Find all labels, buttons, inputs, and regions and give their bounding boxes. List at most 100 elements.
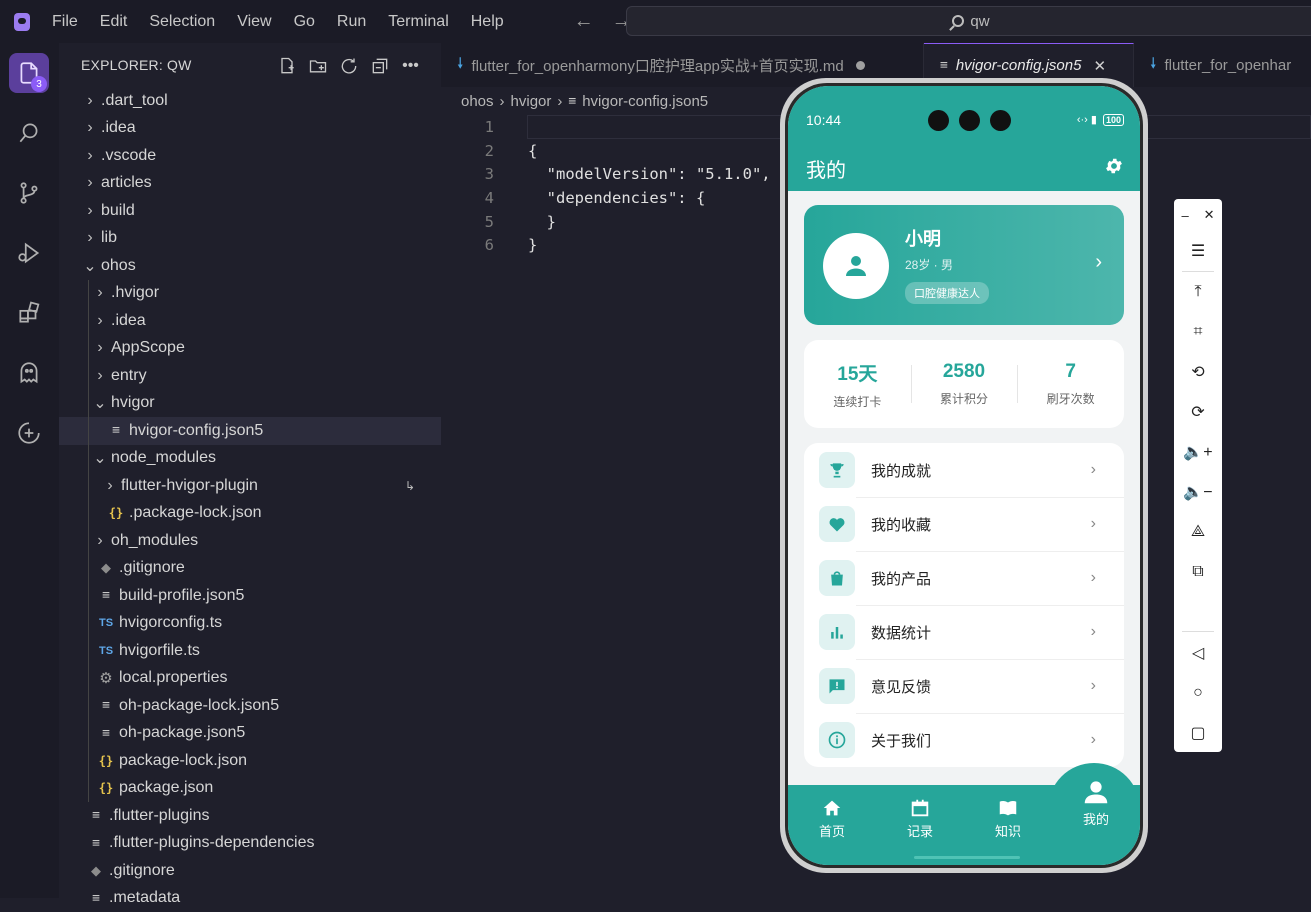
tree-folder[interactable]: ›.hvigor (59, 280, 441, 308)
extensions-icon[interactable] (9, 293, 49, 333)
settings-gear-icon[interactable] (1104, 156, 1124, 182)
refresh-icon[interactable] (338, 55, 359, 76)
tree-file[interactable]: ◆.gitignore (59, 857, 441, 885)
tree-folder[interactable]: ›entry (59, 362, 441, 390)
tree-item-label: .idea (101, 119, 136, 137)
tree-folder[interactable]: ⌄ohos (59, 252, 441, 280)
profile-card[interactable]: 小明 28岁 · 男 口腔健康达人 › (804, 205, 1124, 325)
tree-file[interactable]: TShvigorfile.ts (59, 637, 441, 665)
json-braces-icon: {} (97, 781, 115, 795)
chevron-right-icon: › (83, 147, 97, 165)
bar-chart-icon (819, 614, 855, 650)
minimize-icon[interactable]: – (1181, 208, 1188, 223)
volume-down-icon[interactable]: 🔈− (1174, 479, 1222, 505)
menu-item[interactable]: 关于我们› (804, 713, 1124, 767)
tree-folder[interactable]: ›.idea (59, 115, 441, 143)
new-folder-icon[interactable] (307, 55, 328, 76)
tree-folder[interactable]: ›oh_modules (59, 527, 441, 555)
tree-item-label: .flutter-plugins-dependencies (109, 834, 314, 852)
tree-folder[interactable]: ›flutter-hvigor-plugin↳ (59, 472, 441, 500)
tree-file[interactable]: ≡.metadata (59, 885, 441, 912)
nav-tab[interactable]: 我的 (1052, 777, 1140, 865)
close-icon[interactable]: ✕ (1204, 207, 1215, 223)
chevron-right-icon: › (557, 93, 562, 110)
tree-file[interactable]: ≡oh-package.json5 (59, 720, 441, 748)
explorer-activity-icon[interactable]: 3 (9, 53, 49, 93)
back-arrow-icon[interactable]: ← (574, 10, 594, 33)
shake-icon[interactable]: ⟁ (1174, 519, 1222, 545)
volume-up-icon[interactable]: 🔈+ (1174, 439, 1222, 465)
menu-edit[interactable]: Edit (100, 13, 128, 31)
assistant-icon[interactable] (9, 413, 49, 453)
tree-file[interactable]: ⚙local.properties (59, 665, 441, 693)
tree-file[interactable]: ≡oh-package-lock.json5 (59, 692, 441, 720)
menu-run[interactable]: Run (337, 13, 366, 31)
tree-item-label: articles (101, 174, 152, 192)
menu-item[interactable]: 我的产品› (804, 551, 1124, 605)
tree-file[interactable]: {}.package-lock.json (59, 500, 441, 528)
breadcrumb-item[interactable]: ohos (461, 93, 494, 110)
close-tab-icon[interactable]: ✕ (1093, 57, 1106, 75)
menu-help[interactable]: Help (471, 13, 504, 31)
new-file-icon[interactable] (276, 55, 297, 76)
back-triangle-icon[interactable]: ◁ (1174, 640, 1222, 666)
pin-top-icon[interactable]: ⤒ (1174, 279, 1222, 305)
tree-item-label: .dart_tool (101, 92, 168, 110)
menu-file[interactable]: File (52, 13, 78, 31)
tree-file[interactable]: {}package-lock.json (59, 747, 441, 775)
file-lines-icon: ≡ (87, 808, 105, 823)
more-actions-icon[interactable]: ••• (400, 55, 421, 76)
tree-file[interactable]: ≡.flutter-plugins (59, 802, 441, 830)
menu-icon[interactable]: ☰ (1174, 238, 1222, 264)
menu-item[interactable]: 数据统计› (804, 605, 1124, 659)
tree-file[interactable]: ≡.flutter-plugins-dependencies (59, 830, 441, 858)
menu-terminal[interactable]: Terminal (388, 13, 448, 31)
tree-folder[interactable]: ›.idea (59, 307, 441, 335)
search-activity-icon[interactable] (9, 113, 49, 153)
device-switch-icon[interactable]: ⧉ (1174, 559, 1222, 585)
tree-file[interactable]: {}package.json (59, 775, 441, 803)
tree-item-label: oh_modules (111, 532, 198, 550)
chevron-right-icon: › (93, 367, 107, 385)
tree-item-label: flutter-hvigor-plugin (121, 477, 258, 495)
tree-folder[interactable]: ›build (59, 197, 441, 225)
ghost-extension-icon[interactable] (9, 353, 49, 393)
menu-selection[interactable]: Selection (149, 13, 215, 31)
menu-view[interactable]: View (237, 13, 271, 31)
tree-folder[interactable]: ›lib (59, 225, 441, 253)
tree-folder[interactable]: ⌄hvigor (59, 390, 441, 418)
tree-folder[interactable]: ›articles (59, 170, 441, 198)
crop-screenshot-icon[interactable]: ⌗ (1174, 319, 1222, 345)
line-number: 6 (441, 236, 494, 254)
command-search-box[interactable]: qw (626, 6, 1311, 36)
rotate-left-icon[interactable]: ⟲ (1174, 359, 1222, 385)
tree-file[interactable]: ◆.gitignore (59, 555, 441, 583)
source-control-icon[interactable] (9, 173, 49, 213)
rotate-right-icon[interactable]: ⟳ (1174, 399, 1222, 425)
tree-folder[interactable]: ›.vscode (59, 142, 441, 170)
menu-item[interactable]: 我的收藏› (804, 497, 1124, 551)
tab-markdown-2[interactable]: 🠗 flutter_for_openhar (1134, 43, 1311, 87)
breadcrumb-item[interactable]: hvigor (511, 93, 552, 110)
menu-go[interactable]: Go (294, 13, 315, 31)
tree-file[interactable]: ≡build-profile.json5 (59, 582, 441, 610)
tree-folder[interactable]: ⌄node_modules (59, 445, 441, 473)
tree-file[interactable]: ≡hvigor-config.json5 (59, 417, 441, 445)
tree-file[interactable]: TShvigorconfig.ts (59, 610, 441, 638)
tree-item-label: oh-package-lock.json5 (119, 697, 279, 715)
nav-tab[interactable]: 知识 (964, 785, 1052, 865)
nav-tab[interactable]: 记录 (876, 785, 964, 865)
tree-folder[interactable]: ›AppScope (59, 335, 441, 363)
menu-item[interactable]: 意见反馈› (804, 659, 1124, 713)
breadcrumb-item[interactable]: hvigor-config.json5 (582, 93, 708, 110)
nav-tab[interactable]: 首页 (788, 785, 876, 865)
stat-brush-count: 7刷牙次数 (1017, 361, 1124, 407)
run-debug-icon[interactable] (9, 233, 49, 273)
menu-item[interactable]: 我的成就› (804, 443, 1124, 497)
home-circle-icon[interactable]: ○ (1174, 680, 1222, 706)
typescript-icon: TS (97, 645, 115, 657)
tree-folder[interactable]: ›.dart_tool (59, 87, 441, 115)
tree-item-label: oh-package.json5 (119, 724, 245, 742)
collapse-all-icon[interactable] (369, 55, 390, 76)
recents-square-icon[interactable]: ▢ (1174, 720, 1222, 746)
